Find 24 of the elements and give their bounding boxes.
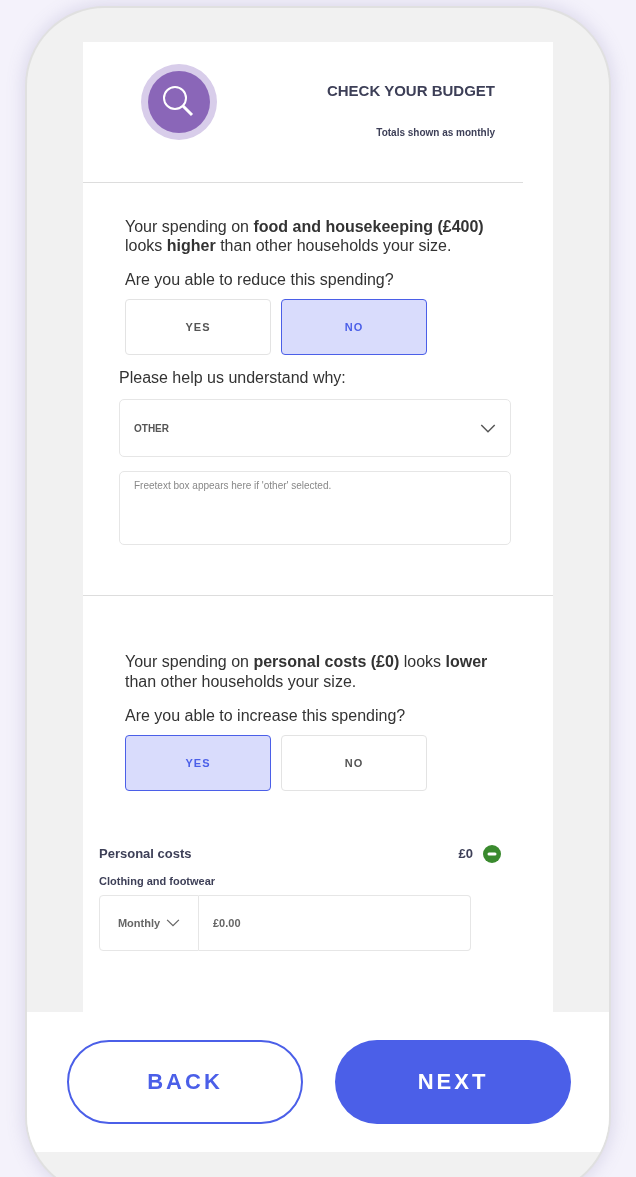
option-button[interactable]: NO xyxy=(281,299,427,356)
item-label: Clothing and footwear xyxy=(99,874,217,887)
category-name: Personal costs xyxy=(99,846,192,862)
page-title: CHECK YOUR BUDGET xyxy=(326,82,495,99)
chevron-down-icon xyxy=(166,918,181,927)
reason-label: Please help us understand why: xyxy=(119,369,347,388)
back-button[interactable]: BACK xyxy=(67,1040,303,1124)
question-text: Are you able to reduce this spending? xyxy=(125,271,395,290)
amount-field[interactable]: £0.00 xyxy=(199,894,471,951)
next-button[interactable]: NEXT xyxy=(335,1040,571,1124)
collapse-icon[interactable] xyxy=(483,844,501,863)
reason-dropdown[interactable]: OTHER xyxy=(119,399,511,458)
subtitle: Totals shown as monthly xyxy=(376,127,495,138)
spending-statement: Your spending on food and housekeeping (£400) looks higher than other households your size. xyxy=(125,217,485,256)
spending-statement: Your spending on personal costs (£0) looks lower than other households your size. xyxy=(125,652,489,691)
chevron-down-icon xyxy=(480,423,496,434)
freetext-field[interactable]: Freetext box appears here if 'other' selected. xyxy=(119,471,511,546)
category-total: £0 xyxy=(458,846,473,862)
option-button[interactable]: YES xyxy=(125,299,271,356)
frequency-dropdown[interactable]: Monthly xyxy=(99,894,199,951)
option-button[interactable]: NO xyxy=(281,734,427,791)
option-button[interactable]: YES xyxy=(125,734,271,791)
question-text: Are you able to increase this spending? xyxy=(125,706,407,725)
search-icon xyxy=(141,64,217,140)
